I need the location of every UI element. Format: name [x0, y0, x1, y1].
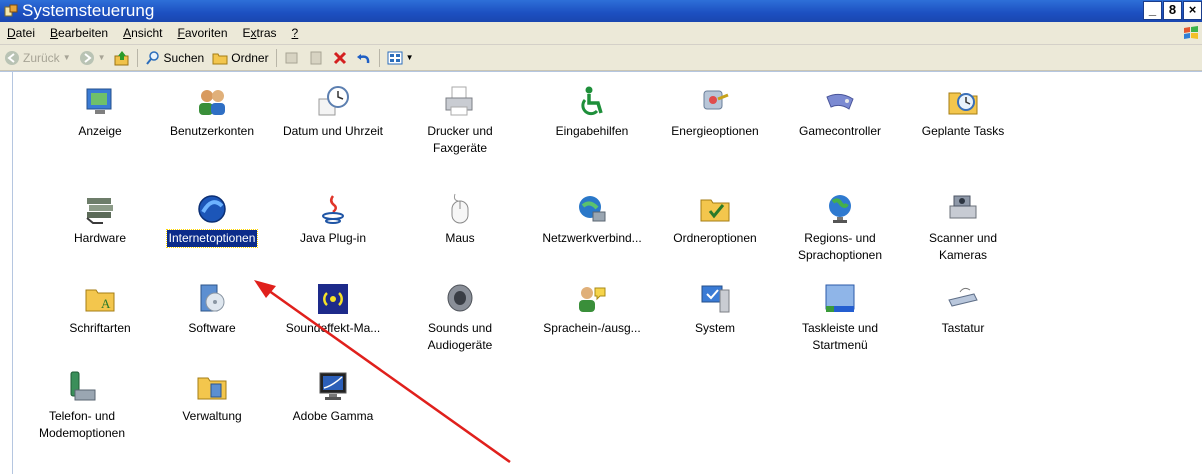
annotation-arrow [254, 280, 511, 464]
